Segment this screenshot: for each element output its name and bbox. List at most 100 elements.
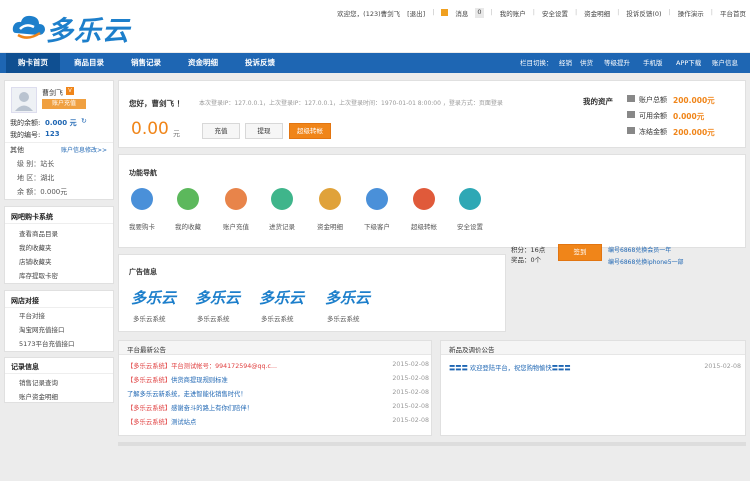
security-link[interactable]: 安全设置 xyxy=(542,8,568,18)
function-label[interactable]: 下级客户 xyxy=(352,221,402,231)
ad-logo[interactable]: 多乐云 xyxy=(259,287,304,308)
demo-link[interactable]: 操作演示 xyxy=(678,8,704,18)
welcome-user: 欢迎您，(123)曹剑飞 xyxy=(337,10,401,18)
nav-funds[interactable]: 资金明细 xyxy=(188,53,218,73)
signin-button[interactable]: 签到 xyxy=(558,244,602,261)
login-info: 本次登录IP：127.0.0.1，上次登录IP：127.0.0.1，上次登录时间… xyxy=(199,100,503,107)
function-label[interactable]: 我的收藏 xyxy=(163,221,213,231)
sidebar-item-sales-records[interactable]: 销售记录查询 xyxy=(19,377,58,387)
ledger-icon[interactable] xyxy=(319,188,341,210)
sidebar-item-fund-details[interactable]: 账户资金明细 xyxy=(19,391,58,401)
notice-row[interactable]: 【多乐云系统】测试站点 2015-02-08 xyxy=(127,417,429,426)
ad-caption: 多乐云系统 xyxy=(327,315,360,323)
ad-logo[interactable]: 多乐云 xyxy=(195,287,240,308)
prize-link-iphone[interactable]: 编号6868兑换iphone5一部 xyxy=(608,257,684,266)
sidebar-section-title: 记录信息 xyxy=(11,363,39,371)
top-links: 欢迎您，(123)曹剑飞 [退出] | 消息 0 | 我的账户 | 安全设置 |… xyxy=(337,8,746,18)
assets-available-value: 0.000元 xyxy=(673,112,705,121)
nav-mobile[interactable]: 手机版 xyxy=(643,53,663,73)
ad-caption: 多乐云系统 xyxy=(197,315,230,323)
cart-icon[interactable] xyxy=(131,188,153,210)
home-link[interactable]: 平台首页 xyxy=(720,8,746,18)
stock-icon[interactable] xyxy=(271,188,293,210)
notice-text[interactable]: 感谢奋斗的路上有你们陪伴！ xyxy=(171,405,253,412)
complaint-link[interactable]: 投诉反馈(0) xyxy=(626,8,661,18)
sidebar-item-stock-extract[interactable]: 库存提取卡密 xyxy=(19,270,58,280)
product-notice-row[interactable]: 〓〓〓 欢迎登陆平台，祝您购物愉快〓〓〓 xyxy=(449,363,571,372)
sidebar-item-5173[interactable]: 5173平台充值接口 xyxy=(19,338,75,348)
star-icon[interactable] xyxy=(177,188,199,210)
nav-account[interactable]: 账户信息 xyxy=(712,53,738,73)
recharge-icon[interactable] xyxy=(225,188,247,210)
notice-text[interactable]: 平台测试帐号：994172594@qq.c... xyxy=(171,363,277,370)
main-nav: 购卡首页 商品目录 销售记录 资金明细 投诉反馈 栏目切换： 经销 供货 等级提… xyxy=(0,53,750,73)
sidebar-item-store-favorites[interactable]: 店铺收藏夹 xyxy=(19,256,52,266)
sidebar-item-catalog[interactable]: 查看商品目录 xyxy=(19,228,58,238)
recharge-button[interactable]: 充值 xyxy=(202,123,240,139)
welcome-panel: 您好，曹剑飞 ！ 本次登录IP：127.0.0.1，上次登录IP：127.0.0… xyxy=(118,80,746,148)
user-icon xyxy=(15,92,33,111)
notice-tag: 【多乐云系统】 xyxy=(127,363,172,370)
function-label[interactable]: 账户充值 xyxy=(211,221,261,231)
divider xyxy=(5,223,113,224)
function-label[interactable]: 资金明细 xyxy=(305,221,355,231)
logout-link[interactable]: [退出] xyxy=(407,8,425,18)
sidebar-item-taobao[interactable]: 淘宝网充值接口 xyxy=(19,324,65,334)
nav-card-home[interactable]: 购卡首页 xyxy=(6,53,60,73)
message-icon[interactable] xyxy=(441,9,449,16)
avatar[interactable] xyxy=(11,87,37,113)
nav-supply[interactable]: 供货 xyxy=(580,53,593,73)
assets-frozen-value: 200.000元 xyxy=(673,128,715,137)
function-label[interactable]: 超级转帐 xyxy=(399,221,449,231)
products-panel: 新品及调价公告 〓〓〓 欢迎登陆平台，祝您购物愉快〓〓〓 2015-02-08 xyxy=(440,340,746,436)
nav-complaints[interactable]: 投诉反馈 xyxy=(245,53,275,73)
shield-icon[interactable] xyxy=(459,188,481,210)
notice-row[interactable]: 了解多乐云新系统，走进智能化销售时代！ 2015-02-08 xyxy=(127,389,429,398)
assets-total-value: 200.000元 xyxy=(673,96,715,105)
sidebar-section-card: 网吧购卡系统 查看商品目录 我的收藏夹 店铺收藏夹 库存提取卡密 xyxy=(4,206,114,284)
points-prize: 奖品：0个 xyxy=(511,254,541,264)
nav-upgrade[interactable]: 等级提升 xyxy=(604,53,630,73)
client-icon[interactable] xyxy=(366,188,388,210)
sidebar-item-platform[interactable]: 平台对接 xyxy=(19,310,45,320)
refresh-icon[interactable]: ↻ xyxy=(81,117,87,125)
id-label: 我的编号: xyxy=(10,131,41,139)
nav-app[interactable]: APP下载 xyxy=(676,53,701,73)
function-label[interactable]: 我要购卡 xyxy=(117,221,167,231)
funds-link[interactable]: 资金明细 xyxy=(584,8,610,18)
function-label[interactable]: 进货记录 xyxy=(257,221,307,231)
notice-row[interactable]: 【多乐云系统】感谢奋斗的路上有你们陪伴！ 2015-02-08 xyxy=(127,403,429,412)
notice-date: 2015-02-08 xyxy=(392,361,429,368)
notice-row[interactable]: 【多乐云系统】供货商提现规则标准 2015-02-08 xyxy=(127,375,429,384)
notice-text[interactable]: 了解多乐云新系统，走进智能化销售时代！ xyxy=(127,391,247,398)
transfer-icon[interactable] xyxy=(413,188,435,210)
divider: | xyxy=(617,8,620,16)
recharge-badge[interactable]: 账户充值 xyxy=(42,99,86,109)
nav-catalog[interactable]: 商品目录 xyxy=(74,53,104,73)
divider xyxy=(5,373,113,374)
function-label[interactable]: 安全设置 xyxy=(445,221,495,231)
ad-logo[interactable]: 多乐云 xyxy=(131,287,176,308)
withdraw-button[interactable]: 提现 xyxy=(245,123,283,139)
other-label: 其他 xyxy=(10,146,24,154)
divider xyxy=(5,307,113,308)
site-logo[interactable]: 多乐云 xyxy=(12,8,130,48)
level-text: 级 别：站长 xyxy=(17,160,55,168)
divider: | xyxy=(710,8,713,16)
notice-tag: 【多乐云系统】 xyxy=(127,405,172,412)
sidebar-item-favorites[interactable]: 我的收藏夹 xyxy=(19,242,52,252)
wallet-icon xyxy=(627,95,635,102)
ad-logo[interactable]: 多乐云 xyxy=(325,287,370,308)
score-label: 积分： xyxy=(511,246,531,254)
super-transfer-button[interactable]: 超级转帐 xyxy=(289,123,331,139)
prize-link-vip[interactable]: 编号6868兑换会员一年 xyxy=(608,245,671,254)
notice-text[interactable]: 测试站点 xyxy=(171,419,196,426)
nav-sales[interactable]: 销售记录 xyxy=(131,53,161,73)
edit-account-link[interactable]: 账户信息修改>> xyxy=(61,145,107,154)
messages-link[interactable]: 消息 xyxy=(455,8,468,18)
notice-text[interactable]: 供货商提现规则标准 xyxy=(171,377,228,384)
notice-tag: 【多乐云系统】 xyxy=(127,419,172,426)
nav-dealer[interactable]: 经销 xyxy=(559,53,572,73)
my-account-link[interactable]: 我的账户 xyxy=(500,8,526,18)
notice-row[interactable]: 【多乐云系统】平台测试帐号：994172594@qq.c... 2015-02-0… xyxy=(127,361,429,370)
